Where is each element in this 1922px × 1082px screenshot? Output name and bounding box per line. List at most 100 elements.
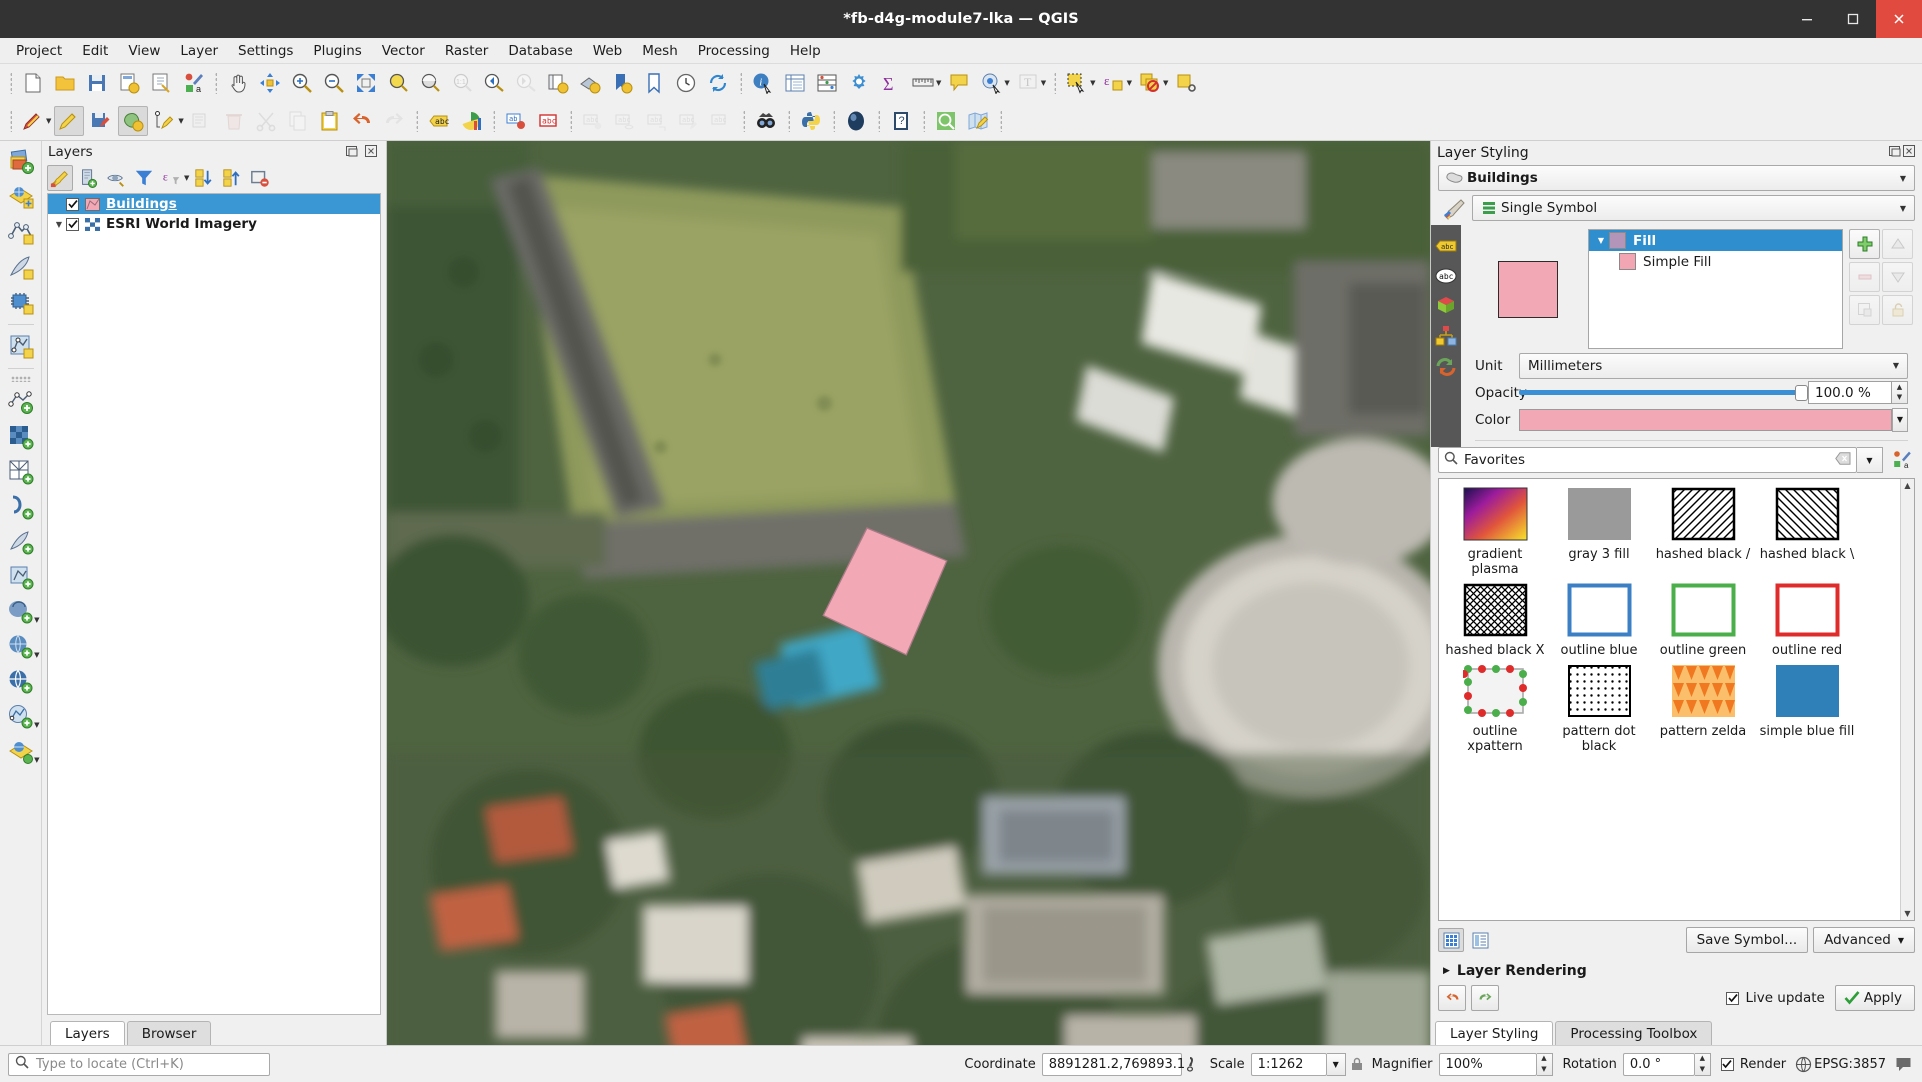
spatialite-dropdown-arrow[interactable]: ▼ (34, 651, 39, 659)
digitize-toolbar-handle[interactable] (6, 108, 15, 134)
maximize-icon[interactable] (1830, 0, 1876, 38)
lock-symbol-layer-button[interactable] (1882, 295, 1913, 325)
tab-processing-toolbox[interactable]: Processing Toolbox (1555, 1021, 1713, 1045)
coordinate-field[interactable]: 8891281.2,769893.1 (1041, 1052, 1185, 1076)
renderer-select-chevron-down-icon[interactable]: ▼ (1896, 204, 1910, 213)
open-layer-styling-panel-icon[interactable] (47, 165, 73, 191)
symbol-gallery-item[interactable]: gradient plasma (1443, 487, 1547, 577)
identify-features-icon[interactable]: i (748, 68, 778, 98)
menu-edit[interactable]: Edit (72, 40, 118, 62)
unit-chevron-down-icon[interactable]: ▼ (1889, 361, 1903, 370)
expand-all-icon[interactable] (191, 165, 217, 191)
menu-view[interactable]: View (118, 40, 170, 62)
vertex-tool-icon[interactable] (150, 106, 180, 136)
masks-tab-icon[interactable]: abc (1433, 261, 1459, 291)
add-wms-layer-icon[interactable] (4, 665, 38, 699)
postgis-dropdown-arrow[interactable]: ▼ (34, 616, 39, 624)
symbol-search-chevron-down-icon[interactable]: ▼ (1857, 447, 1883, 473)
select-by-expression-icon[interactable]: ε (1099, 68, 1129, 98)
add-spatialite-layer-icon[interactable]: ▼ (4, 630, 40, 664)
statistical-summary-icon[interactable] (812, 68, 842, 98)
menu-plugins[interactable]: Plugins (303, 40, 371, 62)
add-symbol-layer-button[interactable] (1849, 229, 1880, 259)
new-map-view-icon[interactable] (543, 68, 573, 98)
opacity-slider-knob[interactable] (1795, 384, 1808, 401)
list-view-button[interactable] (1467, 928, 1493, 952)
manage-map-themes-icon[interactable] (103, 165, 129, 191)
crs-globe-icon[interactable] (1792, 1056, 1814, 1073)
advanced-chevron-down-icon[interactable]: ▼ (1898, 936, 1904, 945)
help-contents-icon[interactable]: ? (886, 106, 916, 136)
db-manager-icon[interactable] (931, 106, 961, 136)
symbol-gallery-item[interactable]: hashed black \ (1755, 487, 1859, 577)
new-3d-map-view-icon[interactable] (575, 68, 605, 98)
filter-dropdown-arrow[interactable]: ▼ (184, 174, 189, 182)
pan-to-selection-icon[interactable] (255, 68, 285, 98)
close-panel-icon[interactable] (364, 144, 380, 160)
add-mesh-layer-icon[interactable] (4, 250, 38, 284)
pin-labels-icon[interactable]: abc (533, 106, 563, 136)
style-manager-icon[interactable]: a (178, 68, 208, 98)
menu-vector[interactable]: Vector (372, 40, 435, 62)
color-swatch-button[interactable] (1519, 408, 1892, 431)
tab-layers[interactable]: Layers (50, 1021, 125, 1045)
menu-mesh[interactable]: Mesh (632, 40, 688, 62)
magnifier-field[interactable]: 100% (1438, 1052, 1537, 1076)
tab-layer-styling[interactable]: Layer Styling (1435, 1021, 1554, 1045)
style-close-panel-icon[interactable] (1902, 144, 1916, 162)
python-console-icon[interactable] (796, 106, 826, 136)
add-group-icon[interactable] (75, 165, 101, 191)
scroll-down-icon[interactable]: ▼ (1904, 909, 1910, 918)
history-tab-icon[interactable] (1433, 351, 1459, 381)
undo-style-button[interactable] (1438, 985, 1466, 1011)
opacity-stepper[interactable]: ▲ ▼ (1892, 381, 1908, 404)
wfs-dropdown-arrow[interactable]: ▼ (34, 721, 39, 729)
rotation-field[interactable]: 0.0 ° (1622, 1052, 1695, 1076)
help-toolbar-handle[interactable] (874, 108, 883, 134)
new-mesh-layer-icon[interactable] (4, 525, 38, 559)
diagrams-tab-icon[interactable] (1433, 321, 1459, 351)
symbol-layer-simple-fill[interactable]: Simple Fill (1589, 251, 1842, 272)
label-toolbar-handle[interactable] (412, 108, 421, 134)
symbol-gallery-item[interactable]: outline red (1755, 583, 1859, 658)
opacity-value-field[interactable]: 100.0 % (1808, 381, 1892, 404)
magnifier-stepper[interactable]: ▲ ▼ (1536, 1052, 1553, 1076)
pan-map-icon[interactable] (223, 68, 253, 98)
undo-icon[interactable] (347, 106, 377, 136)
move-symbol-layer-down-button[interactable] (1882, 262, 1913, 292)
new-print-layout-icon[interactable] (146, 68, 176, 98)
new-memory-layer-icon[interactable] (4, 455, 38, 489)
expander-esri[interactable]: ▼ (52, 220, 66, 229)
toggle-extents-icon[interactable] (1182, 1055, 1204, 1073)
add-polygon-feature-icon[interactable] (118, 106, 149, 136)
render-checkbox[interactable] (1720, 1057, 1734, 1071)
open-attribute-table-icon[interactable] (780, 68, 810, 98)
layer-item-esri-world-imagery[interactable]: ▼ ESRI World Imagery (48, 214, 380, 234)
map-canvas[interactable] (387, 141, 1430, 1045)
zoom-in-icon[interactable] (287, 68, 317, 98)
scale-field[interactable]: 1:1262 (1250, 1052, 1327, 1076)
live-update-checkbox[interactable] (1726, 991, 1740, 1005)
menu-raster[interactable]: Raster (435, 40, 499, 62)
add-vector-layer-icon[interactable] (4, 180, 38, 214)
plugins-toolbar-handle[interactable] (784, 108, 793, 134)
symbol-gallery-item[interactable]: hashed black / (1651, 487, 1755, 577)
add-wfs-layer-icon[interactable]: ▼ (4, 700, 40, 734)
web-toolbar-handle[interactable] (739, 108, 748, 134)
symbol-gallery-item[interactable]: outline blue (1547, 583, 1651, 658)
symbol-gallery[interactable]: gradient plasma gray 3 fill hashed black /… (1438, 478, 1915, 921)
measure-line-icon[interactable] (908, 68, 938, 98)
symbol-expander-icon[interactable]: ▼ (1593, 236, 1609, 245)
symbol-gallery-item[interactable]: simple blue fill (1755, 664, 1859, 754)
new-gpx-layer-icon[interactable] (4, 560, 38, 594)
layer-rendering-section[interactable]: ▶ Layer Rendering (1431, 953, 1922, 979)
menu-settings[interactable]: Settings (228, 40, 303, 62)
menu-web[interactable]: Web (583, 40, 632, 62)
collapse-all-icon[interactable] (219, 165, 245, 191)
duplicate-symbol-layer-button[interactable] (1849, 295, 1880, 325)
map-canvas-container[interactable] (387, 141, 1430, 1045)
layer-visibility-checkbox-buildings[interactable] (66, 197, 79, 211)
symbol-layer-tree[interactable]: ▼ Fill Simple Fill (1588, 229, 1843, 349)
symbol-gallery-scrollbar[interactable]: ▲ ▼ (1900, 479, 1914, 920)
toolbar-handle[interactable] (6, 70, 15, 96)
